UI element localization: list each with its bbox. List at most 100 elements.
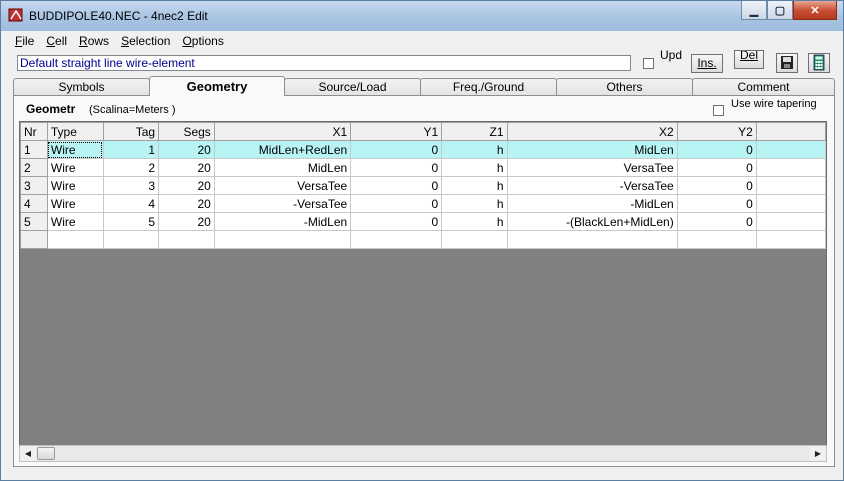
cell-x1[interactable]: -MidLen	[213, 212, 352, 231]
scroll-thumb[interactable]	[37, 447, 55, 460]
delete-button[interactable]: Del	[734, 50, 764, 69]
title-bar[interactable]: BUDDIPOLE40.NEC - 4nec2 Edit ▁ ▢ ✕	[1, 1, 843, 31]
cell-y1[interactable]: 0	[350, 158, 443, 177]
row-number[interactable]: 5	[20, 212, 48, 231]
tab-others[interactable]: Others	[556, 78, 693, 95]
cell-z1[interactable]	[441, 230, 508, 249]
tab-comment[interactable]: Comment	[692, 78, 835, 95]
table-row[interactable]: 4 Wire 4 20 -VersaTee 0 h -MidLen 0	[20, 194, 826, 213]
cell-tag[interactable]: 5	[102, 212, 160, 231]
cell-segs[interactable]: 20	[158, 158, 215, 177]
cell-x2[interactable]	[506, 230, 678, 249]
table-row-empty[interactable]	[20, 230, 826, 249]
cell-y2[interactable]: 0	[676, 158, 757, 177]
header-tag[interactable]: Tag	[102, 122, 160, 141]
table-row[interactable]: 5 Wire 5 20 -MidLen 0 h -(BlackLen+MidLe…	[20, 212, 826, 231]
menu-options[interactable]: Options	[176, 31, 229, 51]
cell-y2[interactable]: 0	[676, 212, 757, 231]
wire-tapering-checkbox[interactable]	[713, 105, 724, 116]
cell-x2[interactable]: -VersaTee	[506, 176, 678, 195]
horizontal-scrollbar[interactable]: ◀ ▶	[19, 445, 827, 462]
cell-x1[interactable]: MidLen+RedLen	[213, 140, 352, 159]
cell-x1[interactable]: -VersaTee	[213, 194, 352, 213]
cell-segs[interactable]: 20	[158, 140, 215, 159]
cell-z1[interactable]: h	[441, 158, 508, 177]
cell-x2[interactable]: MidLen	[506, 140, 678, 159]
row-number[interactable]: 3	[20, 176, 48, 195]
cell-extra[interactable]	[755, 230, 826, 249]
header-x1[interactable]: X1	[213, 122, 352, 141]
cell-x2[interactable]: -(BlackLen+MidLen)	[506, 212, 678, 231]
header-y2[interactable]: Y2	[676, 122, 757, 141]
cell-y2[interactable]: 0	[676, 140, 757, 159]
cell-segs[interactable]: 20	[158, 212, 215, 231]
cell-extra[interactable]	[755, 140, 826, 159]
cell-z1[interactable]: h	[441, 176, 508, 195]
row-number[interactable]: 4	[20, 194, 48, 213]
scroll-right-icon[interactable]: ▶	[810, 446, 826, 461]
cell-y2[interactable]: 0	[676, 194, 757, 213]
cell-segs[interactable]: 20	[158, 194, 215, 213]
cell-y2[interactable]	[676, 230, 757, 249]
cell-extra[interactable]	[755, 158, 826, 177]
menu-selection[interactable]: Selection	[115, 31, 176, 51]
cell-x1[interactable]	[213, 230, 352, 249]
cell-extra[interactable]	[755, 176, 826, 195]
header-z1[interactable]: Z1	[441, 122, 508, 141]
cell-extra[interactable]	[755, 194, 826, 213]
close-button[interactable]: ✕	[793, 1, 837, 20]
header-type[interactable]: Type	[46, 122, 104, 141]
tab-freq-ground[interactable]: Freq./Ground	[420, 78, 557, 95]
cell-type[interactable]	[46, 230, 104, 249]
tab-symbols[interactable]: Symbols	[13, 78, 150, 95]
update-checkbox[interactable]	[643, 58, 654, 69]
cell-segs[interactable]: 20	[158, 176, 215, 195]
cell-type[interactable]: Wire	[46, 140, 104, 159]
header-segs[interactable]: Segs	[158, 122, 215, 141]
cell-type[interactable]: Wire	[46, 158, 104, 177]
cell-z1[interactable]: h	[441, 194, 508, 213]
cell-tag[interactable]: 1	[102, 140, 160, 159]
cell-z1[interactable]: h	[441, 140, 508, 159]
cell-tag[interactable]: 2	[102, 158, 160, 177]
table-row[interactable]: 2 Wire 2 20 MidLen 0 h VersaTee 0	[20, 158, 826, 177]
cell-y1[interactable]: 0	[350, 212, 443, 231]
tab-source-load[interactable]: Source/Load	[284, 78, 421, 95]
calculator-button[interactable]	[808, 53, 830, 73]
header-y1[interactable]: Y1	[350, 122, 443, 141]
element-description-field[interactable]: Default straight line wire-element	[17, 55, 631, 71]
save-button[interactable]	[776, 53, 798, 73]
tab-geometry[interactable]: Geometry	[149, 76, 285, 96]
row-number[interactable]	[20, 230, 48, 249]
cell-type[interactable]: Wire	[46, 212, 104, 231]
minimize-button[interactable]: ▁	[741, 1, 767, 20]
cell-y1[interactable]: 0	[350, 194, 443, 213]
cell-tag[interactable]: 4	[102, 194, 160, 213]
insert-button[interactable]: Ins.	[691, 54, 723, 73]
cell-tag[interactable]	[102, 230, 160, 249]
cell-type[interactable]: Wire	[46, 194, 104, 213]
cell-extra[interactable]	[755, 212, 826, 231]
menu-rows[interactable]: Rows	[73, 31, 115, 51]
cell-x1[interactable]: VersaTee	[213, 176, 352, 195]
menu-file[interactable]: File	[9, 31, 40, 51]
menu-cell[interactable]: Cell	[40, 31, 73, 51]
cell-x1[interactable]: MidLen	[213, 158, 352, 177]
cell-y2[interactable]: 0	[676, 176, 757, 195]
cell-segs[interactable]	[158, 230, 215, 249]
cell-x2[interactable]: VersaTee	[506, 158, 678, 177]
row-number[interactable]: 2	[20, 158, 48, 177]
cell-x2[interactable]: -MidLen	[506, 194, 678, 213]
row-number[interactable]: 1	[20, 140, 48, 159]
table-row[interactable]: 3 Wire 3 20 VersaTee 0 h -VersaTee 0	[20, 176, 826, 195]
cell-tag[interactable]: 3	[102, 176, 160, 195]
scroll-left-icon[interactable]: ◀	[20, 446, 36, 461]
wire-grid[interactable]: Nr Type Tag Segs X1 Y1 Z1 X2 Y2 1 Wire 1	[19, 121, 827, 446]
table-row[interactable]: 1 Wire 1 20 MidLen+RedLen 0 h MidLen 0	[20, 140, 826, 159]
cell-z1[interactable]: h	[441, 212, 508, 231]
cell-y1[interactable]	[350, 230, 443, 249]
cell-type[interactable]: Wire	[46, 176, 104, 195]
cell-y1[interactable]: 0	[350, 140, 443, 159]
header-x2[interactable]: X2	[506, 122, 678, 141]
maximize-button[interactable]: ▢	[767, 1, 793, 20]
